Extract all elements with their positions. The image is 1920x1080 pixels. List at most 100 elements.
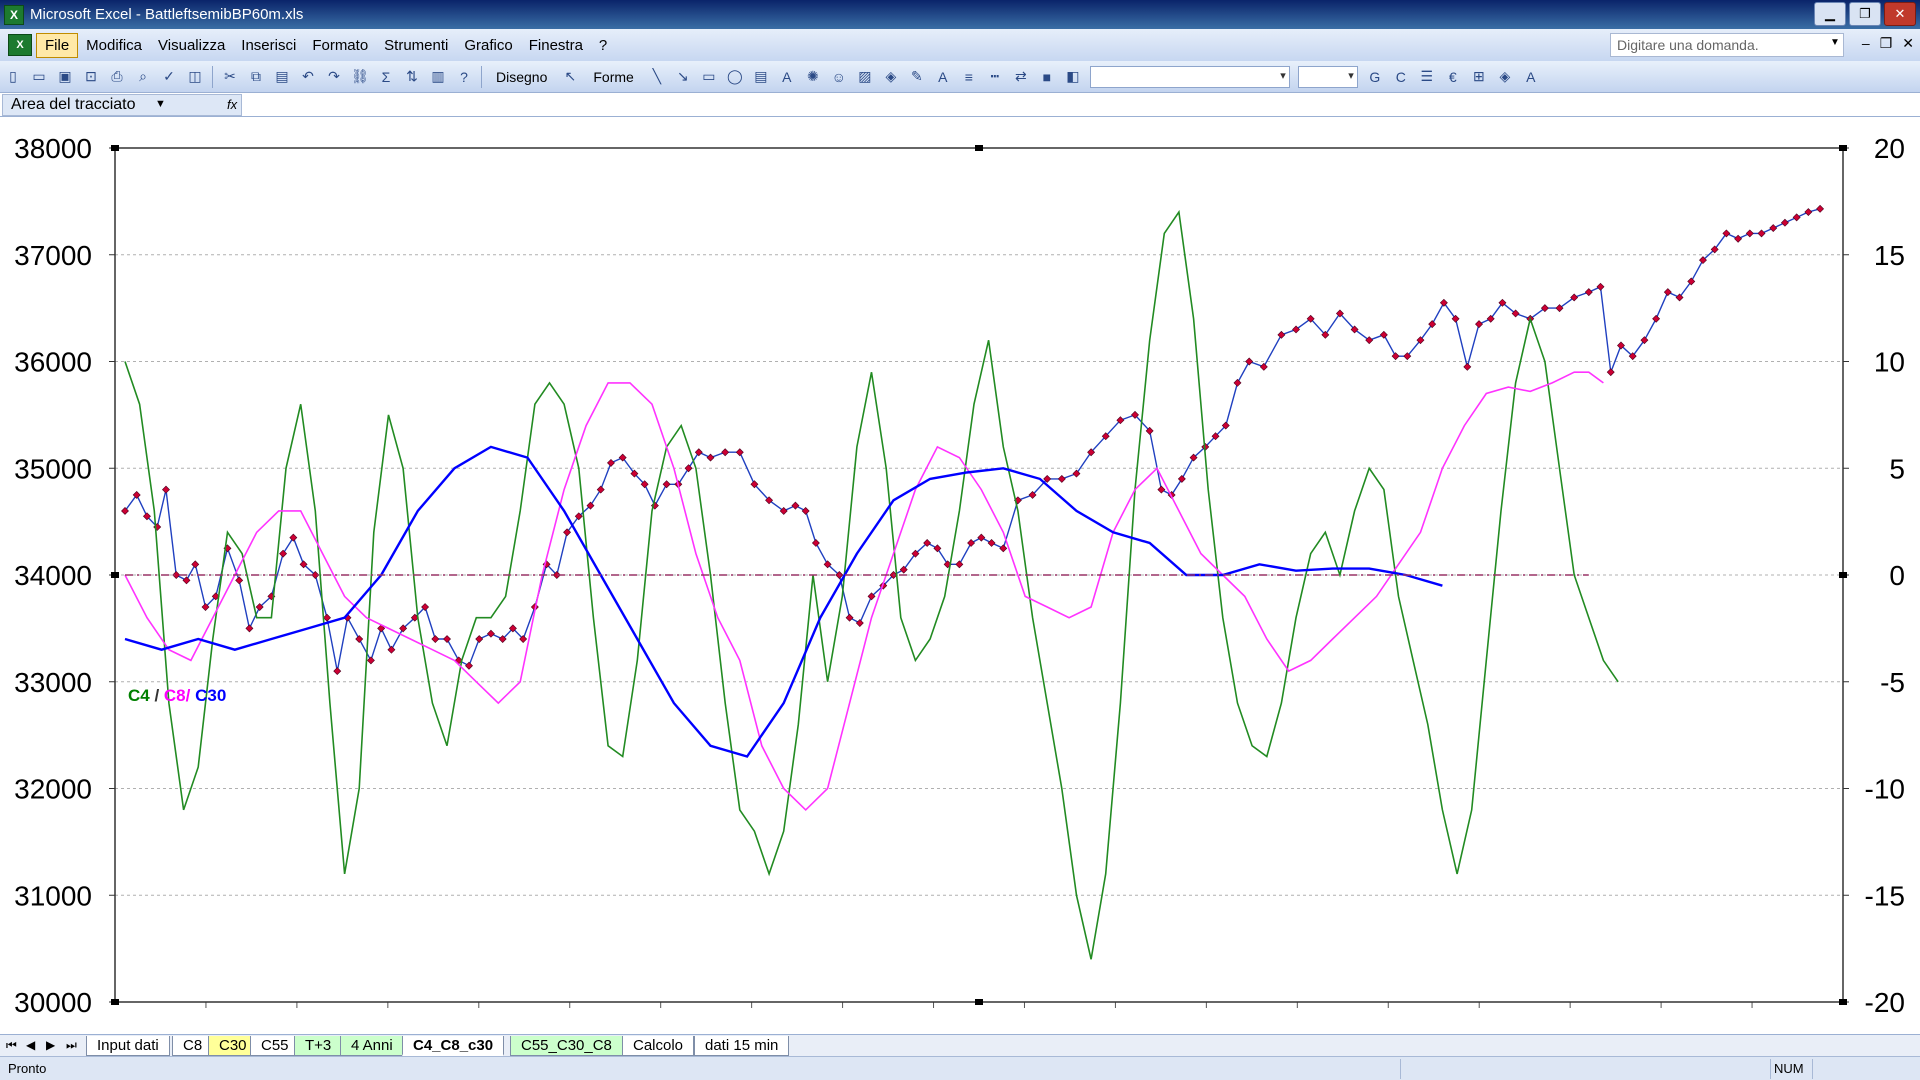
paste-icon[interactable]: ▤ (271, 66, 293, 88)
price-marker (933, 544, 942, 553)
menu-formato[interactable]: Formato (304, 34, 376, 57)
autosum-icon[interactable]: Σ (375, 66, 397, 88)
menu-file[interactable]: File (36, 32, 79, 58)
price-marker (706, 453, 715, 462)
first-sheet-icon[interactable]: ⏮ (6, 1038, 17, 1053)
left-axis-tick-label: 38000 (14, 133, 92, 164)
select-pointer-icon[interactable]: ↖ (559, 66, 581, 88)
diagram-icon[interactable]: ✺ (802, 66, 824, 88)
price-marker (191, 560, 200, 569)
selection-handle (975, 999, 983, 1005)
minimize-button[interactable]: ▁ (1814, 2, 1846, 26)
price-marker (1663, 288, 1672, 297)
forme-menu[interactable]: Forme (589, 67, 637, 87)
next-sheet-icon[interactable]: ▶ (46, 1038, 55, 1052)
print-icon[interactable]: ⎙ (106, 66, 128, 88)
fill-color-icon[interactable]: ◈ (880, 66, 902, 88)
line-icon[interactable]: ╲ (646, 66, 668, 88)
font-color-icon[interactable]: A (932, 66, 954, 88)
font-name-combo[interactable] (1089, 65, 1290, 88)
menu-help[interactable]: ? (591, 34, 615, 57)
chart-area[interactable]: 38000 37000 36000 35000 34000 33000 32000 31000… (0, 118, 1920, 1034)
sheet-tab-4-anni[interactable]: 4 Anni (340, 1036, 404, 1056)
italic-button[interactable]: C (1390, 66, 1412, 88)
sheet-tab-c4-c8-c30[interactable]: C4_C8_c30 (402, 1036, 505, 1056)
cut-icon[interactable]: ✂ (219, 66, 241, 88)
line-style-icon[interactable]: ≡ (958, 66, 980, 88)
rectangle-icon[interactable]: ▭ (698, 66, 720, 88)
price-marker (987, 539, 996, 547)
doc-minimize-icon[interactable]: – (1862, 35, 1870, 52)
dash-style-icon[interactable]: ┅ (984, 66, 1006, 88)
align-icon[interactable]: ☰ (1416, 66, 1438, 88)
legend-entry: / (150, 686, 164, 705)
shadow-icon[interactable]: ■ (1036, 66, 1058, 88)
disegno-menu[interactable]: Disegno (492, 67, 551, 87)
3d-icon[interactable]: ◧ (1062, 66, 1084, 88)
chart-wizard-icon[interactable]: ▥ (427, 66, 449, 88)
arrow-style-icon[interactable]: ⇄ (1010, 66, 1032, 88)
wordart-icon[interactable]: A (776, 66, 798, 88)
left-axis-tick-label: 35000 (14, 453, 92, 484)
picture-icon[interactable]: ▨ (854, 66, 876, 88)
textbox-icon[interactable]: ▤ (750, 66, 772, 88)
chart-element-selector[interactable]: Area del tracciato ▼ fx (2, 94, 242, 116)
oval-icon[interactable]: ◯ (724, 66, 746, 88)
menu-visualizza[interactable]: Visualizza (150, 34, 233, 57)
fx-icon[interactable]: fx (227, 97, 237, 112)
research-icon[interactable]: ◫ (184, 66, 206, 88)
print-preview-icon[interactable]: ⌕ (132, 66, 154, 88)
sheet-tab-c55[interactable]: C55 (250, 1036, 300, 1056)
borders-icon[interactable]: ⊞ (1468, 66, 1490, 88)
undo-icon[interactable]: ↶ (297, 66, 319, 88)
save-icon[interactable]: ▣ (54, 66, 76, 88)
prev-sheet-icon[interactable]: ◀ (26, 1038, 35, 1052)
excel-app-icon[interactable]: X (4, 4, 24, 25)
permission-icon[interactable]: ⊡ (80, 66, 102, 88)
help-icon[interactable]: ? (453, 66, 475, 88)
ask-dropdown-icon[interactable]: ▼ (1830, 37, 1840, 48)
sheet-tab-dati-15-min[interactable]: dati 15 min (694, 1036, 790, 1056)
restore-button[interactable]: ❐ (1849, 2, 1881, 26)
sheet-tab-c8[interactable]: C8 (172, 1036, 214, 1056)
sheet-tab-input-dati[interactable]: Input dati (86, 1036, 170, 1056)
redo-icon[interactable]: ↷ (323, 66, 345, 88)
sheet-tab-calcolo[interactable]: Calcolo (622, 1036, 695, 1056)
arrow-icon[interactable]: ↘ (672, 66, 694, 88)
sort-icon[interactable]: ⇅ (401, 66, 423, 88)
menu-grafico[interactable]: Grafico (456, 34, 520, 57)
close-button[interactable]: ✕ (1884, 2, 1916, 26)
chevron-down-icon[interactable]: ▼ (155, 98, 166, 110)
menu-inserisci[interactable]: Inserisci (233, 34, 304, 57)
status-cell (1400, 1059, 1401, 1079)
spelling-icon[interactable]: ✓ (158, 66, 180, 88)
ask-question-input[interactable]: Digitare una domanda. (1610, 33, 1844, 57)
doc-restore-icon[interactable]: ❐ (1880, 35, 1893, 52)
price-marker (182, 576, 191, 585)
right-axis-tick-label: -15 (1865, 880, 1905, 911)
copy-icon[interactable]: ⧉ (245, 66, 267, 88)
menu-finestra[interactable]: Finestra (521, 34, 591, 57)
menu-strumenti[interactable]: Strumenti (376, 34, 456, 57)
euro-button[interactable]: € (1442, 66, 1464, 88)
price-marker (235, 576, 244, 585)
workbook-icon[interactable]: X (8, 34, 32, 56)
sheet-tab-t3[interactable]: T+3 (294, 1036, 343, 1056)
price-marker (486, 629, 495, 638)
bold-button[interactable]: G (1364, 66, 1386, 88)
price-marker (999, 544, 1008, 553)
new-icon[interactable]: ▯ (2, 66, 24, 88)
menu-modifica[interactable]: Modifica (78, 34, 150, 57)
text-color-icon[interactable]: A (1520, 66, 1542, 88)
chart[interactable]: 38000 37000 36000 35000 34000 33000 32000 31000… (0, 118, 1920, 1034)
clipart-icon[interactable]: ☺ (828, 66, 850, 88)
doc-close-icon[interactable]: ✕ (1902, 35, 1914, 52)
price-marker (1804, 208, 1813, 217)
open-icon[interactable]: ▭ (28, 66, 50, 88)
hyperlink-icon[interactable]: ⛓ (349, 66, 371, 88)
last-sheet-icon[interactable]: ⏭ (66, 1038, 77, 1053)
sheet-tab-c55-c30-c8[interactable]: C55_C30_C8 (510, 1036, 623, 1056)
font-size-combo[interactable] (1297, 65, 1358, 88)
fill-bucket-icon[interactable]: ◈ (1494, 66, 1516, 88)
line-color-icon[interactable]: ✎ (906, 66, 928, 88)
